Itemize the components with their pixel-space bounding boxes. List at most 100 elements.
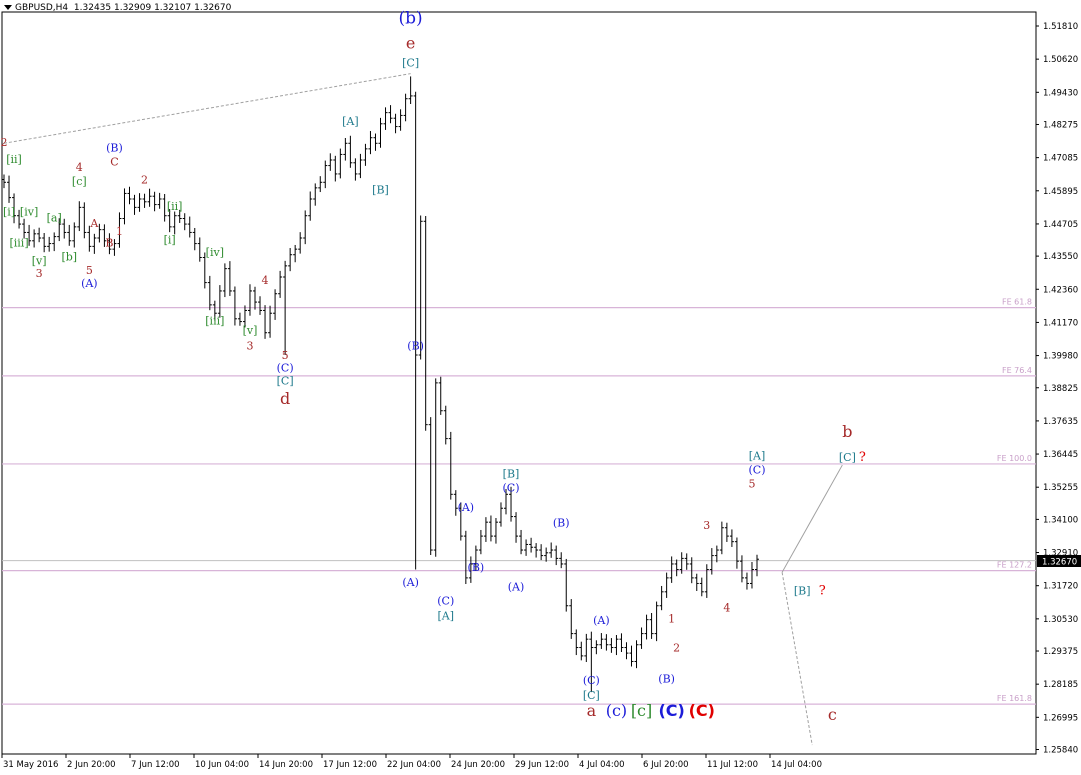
wave-label: [B] — [794, 585, 811, 598]
symbol-label: GBPUSD,H4 — [15, 3, 69, 13]
y-tick-label: 1.28185 — [1043, 680, 1078, 690]
chart-header: GBPUSD,H4 1.32435 1.32909 1.32107 1.3267… — [4, 3, 231, 13]
wave-label: e — [406, 34, 415, 53]
y-tick-label: 1.34100 — [1043, 515, 1078, 525]
y-tick-label: 1.36445 — [1043, 450, 1078, 460]
y-tick-label: 1.44705 — [1043, 220, 1078, 230]
wave-label: (C) — [503, 482, 520, 495]
y-tick-label: 1.42360 — [1043, 285, 1078, 295]
wave-label: (C) — [749, 463, 766, 476]
y-tick-label: 1.31720 — [1043, 582, 1078, 592]
wave-label: ? — [859, 450, 866, 465]
wave-label: [B] — [503, 468, 520, 481]
wave-label: [c] — [631, 701, 652, 720]
wave-label: (C) — [689, 701, 715, 720]
ohlc-values: 1.32435 1.32909 1.32107 1.32670 — [73, 3, 232, 13]
wave-label: a — [587, 701, 597, 720]
wave-label: 3 — [703, 519, 710, 532]
wave-label: (A) — [508, 580, 525, 593]
wave-label: b — [842, 422, 852, 441]
wave-label: 4 — [262, 274, 269, 287]
wave-label: (C) — [658, 701, 684, 720]
y-tick-label: 1.41170 — [1043, 318, 1078, 328]
wave-label: [A] — [342, 115, 359, 128]
wave-label: [ii] — [167, 200, 183, 213]
wave-label: 4 — [723, 601, 730, 614]
wave-label: B — [105, 236, 113, 249]
y-tick-label: 1.35255 — [1043, 483, 1078, 493]
price-axis: 1.51810 1.50620 1.49430 1.48275 1.47085 1.458… — [1036, 22, 1078, 756]
wave-label: (B) — [468, 561, 485, 574]
x-tick-label: 11 Jul 12:00 — [707, 760, 758, 770]
wave-label: 5 — [748, 477, 755, 490]
x-tick-label: 29 Jun 12:00 — [515, 760, 569, 770]
wave-label: [C] — [277, 374, 294, 387]
wave-label: [a] — [47, 211, 62, 224]
wave-label: 3 — [246, 339, 253, 352]
y-tick-label: 1.50620 — [1043, 55, 1078, 65]
wave-label: (A) — [402, 576, 419, 589]
wave-label: (C) — [583, 674, 600, 687]
x-tick-label: 7 Jun 12:00 — [131, 760, 180, 770]
fib-level-label: FE 61.8 — [1002, 298, 1032, 307]
y-tick-label: 1.38825 — [1043, 384, 1078, 394]
wave-label: 3 — [36, 267, 43, 280]
y-tick-label: 1.37635 — [1043, 417, 1078, 427]
current-price-tag: 1.32670 — [1037, 555, 1081, 568]
wave-label: (c) — [606, 701, 627, 720]
wave-label: 2 — [141, 174, 148, 187]
dropdown-triangle-icon[interactable] — [4, 5, 12, 10]
wave-label: [B] — [372, 183, 389, 196]
wave-label: (A) — [593, 614, 610, 627]
wave-label: 5 — [86, 264, 93, 277]
fib-level-label: FE 127.2 — [997, 561, 1032, 570]
time-axis: 31 May 2016 2 Jun 20:00 7 Jun 12:00 10 Jun … — [1, 754, 822, 770]
wave-label: 2 — [673, 642, 680, 655]
wave-label: [c] — [72, 175, 87, 188]
y-tick-label: 1.43550 — [1043, 252, 1078, 262]
wave-label: (b) — [399, 8, 423, 28]
wave-label: 1 — [668, 612, 675, 625]
y-tick-label: 1.51810 — [1043, 22, 1078, 32]
wave-label: (A) — [458, 501, 475, 514]
y-tick-label: 1.45895 — [1043, 187, 1078, 197]
wave-label: [b] — [61, 250, 77, 263]
y-tick-label: 1.30530 — [1043, 615, 1078, 625]
wave-label: (C) — [277, 362, 294, 375]
x-tick-label: 6 Jul 20:00 — [643, 760, 689, 770]
fib-level-label: FE 76.4 — [1002, 366, 1032, 375]
wave-label: [A] — [437, 610, 454, 623]
wave-label: 1 — [116, 225, 123, 238]
y-tick-label: 1.49430 — [1043, 88, 1078, 98]
wave-label: [v] — [32, 254, 47, 267]
wave-label: A — [89, 217, 99, 230]
wave-label: [ii] — [6, 153, 22, 166]
wave-label: c — [828, 705, 837, 724]
wave-label: [iii] — [9, 236, 28, 249]
x-tick-label: 2 Jun 20:00 — [67, 760, 116, 770]
y-tick-label: 1.47085 — [1043, 154, 1078, 164]
y-tick-label: 1.29375 — [1043, 647, 1078, 657]
x-tick-label: 14 Jun 20:00 — [259, 760, 313, 770]
wave-label: [i] — [3, 206, 15, 219]
wave-label: [C] — [402, 57, 419, 70]
wave-label: [A] — [749, 449, 766, 462]
wave-label: [i] — [164, 234, 176, 247]
price-chart[interactable]: FE 61.8 FE 76.4 FE 100.0 FE 127.2 FE 161.8 (… — [0, 0, 1081, 775]
x-tick-label: 22 Jun 04:00 — [387, 760, 441, 770]
wave-label: [v] — [243, 324, 258, 337]
x-tick-label: 4 Jul 04:00 — [579, 760, 625, 770]
wave-label: [iv] — [206, 246, 224, 259]
wave-label: 5 — [282, 349, 289, 362]
wave-label: ? — [819, 584, 826, 599]
wave-label: (C) — [437, 594, 454, 607]
x-tick-label: 17 Jun 12:00 — [323, 760, 377, 770]
y-tick-label: 1.48275 — [1043, 120, 1078, 130]
wave-label: [iv] — [20, 206, 38, 219]
wave-label: (A) — [81, 277, 98, 290]
y-tick-label: 1.39980 — [1043, 352, 1078, 362]
wave-label: [iii] — [205, 314, 224, 327]
wave-label: 4 — [76, 161, 83, 174]
fib-level-label: FE 100.0 — [997, 454, 1032, 463]
x-tick-label: 10 Jun 04:00 — [195, 760, 249, 770]
